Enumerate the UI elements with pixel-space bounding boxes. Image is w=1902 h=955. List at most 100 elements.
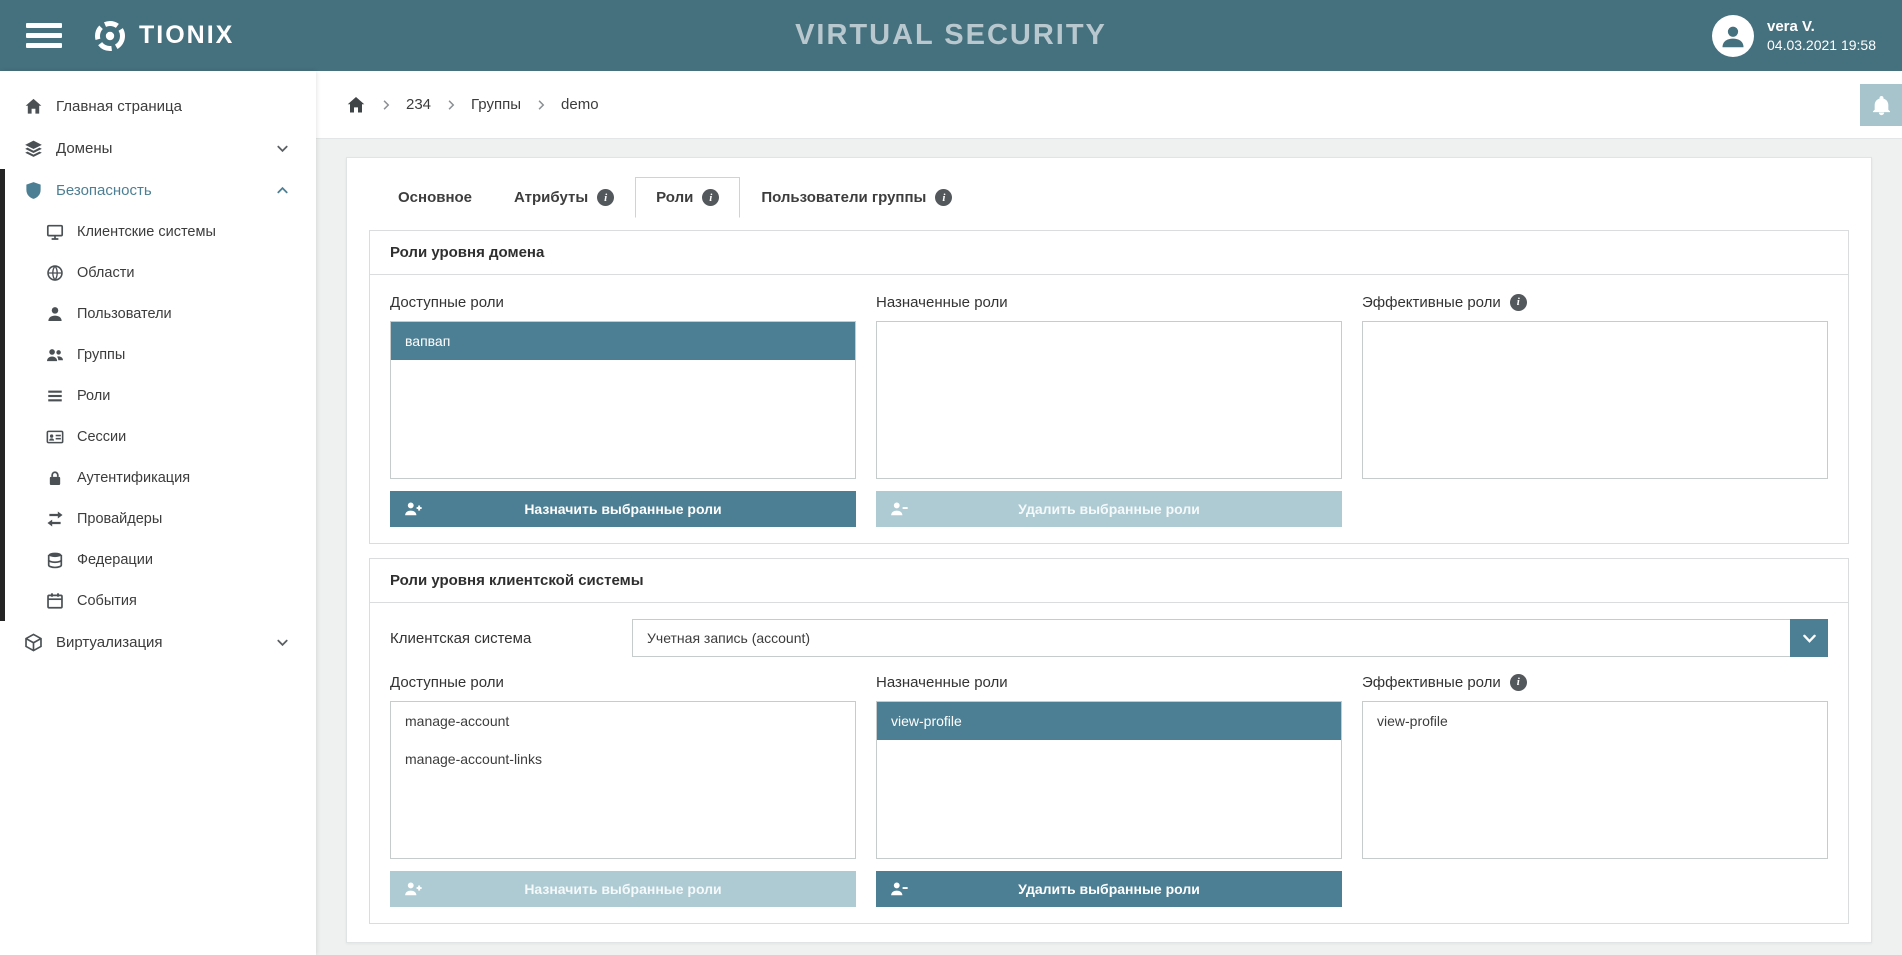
info-icon — [597, 189, 614, 206]
client-available-roles-list[interactable]: manage-account manage-account-links — [390, 701, 856, 859]
sidebar-item-label: Роли — [77, 388, 110, 404]
list-item[interactable]: view-profile — [877, 702, 1341, 740]
assigned-roles-label: Назначенные роли — [876, 674, 1008, 691]
button-label: Удалить выбранные роли — [1018, 881, 1200, 897]
sidebar-item-label: События — [77, 593, 137, 609]
breadcrumb-item[interactable]: demo — [561, 96, 599, 113]
content-area: Основное Атрибуты Роли Пользователи груп… — [316, 139, 1902, 955]
tab-bar: Основное Атрибуты Роли Пользователи груп… — [377, 177, 1849, 218]
sidebar-item-label: Клиентские системы — [77, 224, 216, 240]
list-icon — [46, 387, 64, 405]
tionix-logo-icon — [92, 18, 128, 54]
info-icon — [935, 189, 952, 206]
client-assigned-roles-list[interactable]: view-profile — [876, 701, 1342, 859]
sidebar-item-label: Группы — [77, 347, 125, 363]
client-systems-icon — [46, 223, 64, 241]
sidebar-security-children: Клиентские системы Области Пользователи — [5, 211, 316, 621]
domain-roles-section: Роли уровня домена Доступные роли вапвап — [369, 230, 1849, 544]
breadcrumb-item[interactable]: Группы — [471, 96, 521, 113]
sidebar-item-label: Виртуализация — [56, 634, 163, 651]
sidebar-item-label: Провайдеры — [77, 511, 162, 527]
domain-available-roles-list[interactable]: вапвап — [390, 321, 856, 479]
lock-icon — [46, 469, 64, 487]
domain-remove-roles-button[interactable]: Удалить выбранные роли — [876, 491, 1342, 527]
domain-assigned-roles-list[interactable] — [876, 321, 1342, 479]
group-detail-card: Основное Атрибуты Роли Пользователи груп… — [346, 157, 1872, 943]
notifications-button[interactable] — [1860, 84, 1902, 126]
sidebar-item-events[interactable]: События — [5, 580, 316, 621]
sidebar-item-areas[interactable]: Области — [5, 252, 316, 293]
sidebar-item-label: Аутентификация — [77, 470, 190, 486]
avatar — [1712, 15, 1754, 57]
info-icon — [702, 189, 719, 206]
sidebar-item-roles[interactable]: Роли — [5, 375, 316, 416]
sidebar-item-sessions[interactable]: Сессии — [5, 416, 316, 457]
button-label: Назначить выбранные роли — [524, 881, 721, 897]
home-icon[interactable] — [346, 95, 366, 115]
sidebar-item-label: Главная страница — [56, 98, 182, 115]
sidebar-item-federations[interactable]: Федерации — [5, 539, 316, 580]
chevron-down-icon — [275, 141, 290, 156]
tab-label: Пользователи группы — [761, 189, 926, 206]
cube-icon — [24, 633, 43, 652]
select-value: Учетная запись (account) — [647, 630, 810, 646]
list-item[interactable]: view-profile — [1363, 702, 1827, 740]
chevron-right-icon — [444, 98, 458, 112]
sidebar-item-domains[interactable]: Домены — [0, 127, 316, 169]
list-item[interactable]: manage-account-links — [391, 740, 855, 778]
sidebar-item-home[interactable]: Главная страница — [0, 85, 316, 127]
chevron-right-icon — [379, 98, 393, 112]
available-roles-label: Доступные роли — [390, 674, 504, 691]
domain-effective-roles-list[interactable] — [1362, 321, 1828, 479]
sidebar-item-security[interactable]: Безопасность — [5, 169, 316, 211]
section-title: Роли уровня домена — [370, 231, 1848, 275]
globe-icon — [46, 264, 64, 282]
breadcrumb: 234 Группы demo — [316, 71, 1902, 139]
tab-attributes[interactable]: Атрибуты — [493, 177, 635, 218]
bell-icon — [1871, 95, 1892, 116]
chevron-down-icon — [1790, 619, 1828, 657]
sidebar-item-client-systems[interactable]: Клиентские системы — [5, 211, 316, 252]
button-label: Удалить выбранные роли — [1018, 501, 1200, 517]
tab-group-users[interactable]: Пользователи группы — [740, 177, 973, 218]
spacer — [1362, 871, 1828, 907]
client-roles-section: Роли уровня клиентской системы Клиентска… — [369, 558, 1849, 924]
transfer-icon — [46, 510, 64, 528]
menu-icon[interactable] — [26, 18, 62, 53]
add-user-icon — [404, 880, 422, 898]
user-icon — [46, 305, 64, 323]
chevron-right-icon — [534, 98, 548, 112]
sidebar: Главная страница Домены Безопасность — [0, 71, 316, 955]
chevron-down-icon — [275, 635, 290, 650]
client-remove-roles-button[interactable]: Удалить выбранные роли — [876, 871, 1342, 907]
tab-label: Атрибуты — [514, 189, 588, 206]
client-system-label: Клиентская система — [390, 630, 632, 647]
list-item[interactable]: manage-account — [391, 702, 855, 740]
info-icon — [1510, 674, 1527, 691]
domain-assign-roles-button[interactable]: Назначить выбранные роли — [390, 491, 856, 527]
client-assign-roles-button[interactable]: Назначить выбранные роли — [390, 871, 856, 907]
info-icon — [1510, 294, 1527, 311]
effective-roles-label: Эффективные роли — [1362, 674, 1501, 691]
sidebar-item-providers[interactable]: Провайдеры — [5, 498, 316, 539]
breadcrumb-item[interactable]: 234 — [406, 96, 431, 113]
user-menu[interactable]: vera V. 04.03.2021 19:58 — [1712, 15, 1876, 57]
list-item[interactable]: вапвап — [391, 322, 855, 360]
client-effective-roles-list[interactable]: view-profile — [1362, 701, 1828, 859]
sidebar-item-authentication[interactable]: Аутентификация — [5, 457, 316, 498]
sidebar-item-groups[interactable]: Группы — [5, 334, 316, 375]
sidebar-group-security: Безопасность Клиентские системы Области — [0, 169, 316, 621]
section-title: Роли уровня клиентской системы — [370, 559, 1848, 603]
client-system-select[interactable]: Учетная запись (account) — [632, 619, 1828, 657]
sidebar-item-users[interactable]: Пользователи — [5, 293, 316, 334]
remove-user-icon — [890, 880, 908, 898]
sidebar-item-virtualization[interactable]: Виртуализация — [0, 621, 316, 663]
sidebar-item-label: Безопасность — [56, 182, 152, 199]
assigned-roles-label: Назначенные роли — [876, 294, 1008, 311]
tab-roles[interactable]: Роли — [635, 177, 740, 218]
brand-name: TIONIX — [139, 21, 234, 50]
button-label: Назначить выбранные роли — [524, 501, 721, 517]
sidebar-item-label: Домены — [56, 140, 112, 157]
brand-logo[interactable]: TIONIX — [92, 18, 234, 54]
tab-main[interactable]: Основное — [377, 177, 493, 218]
